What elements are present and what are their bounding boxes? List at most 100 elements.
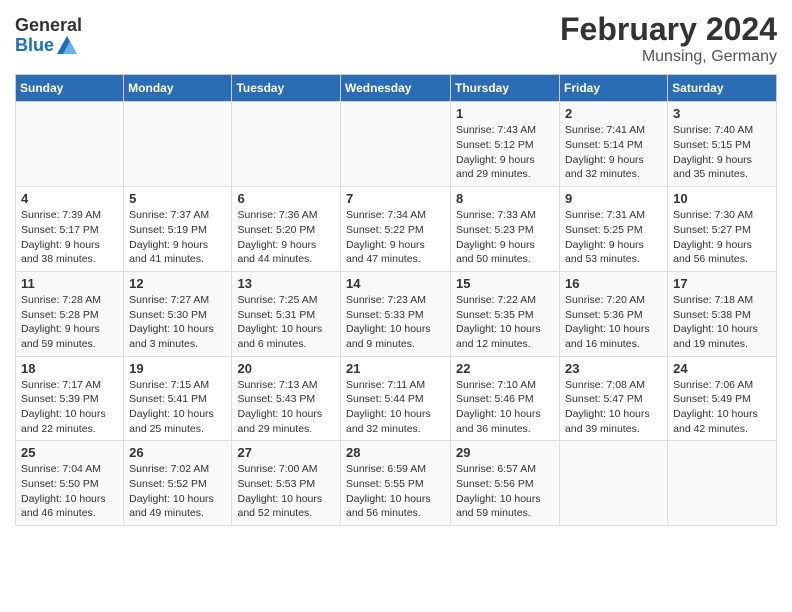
day-number: 3 bbox=[673, 106, 771, 121]
day-info: Sunrise: 7:15 AMSunset: 5:41 PMDaylight:… bbox=[129, 378, 226, 437]
day-info: Sunrise: 7:43 AMSunset: 5:12 PMDaylight:… bbox=[456, 123, 554, 182]
day-info: Sunrise: 7:39 AMSunset: 5:17 PMDaylight:… bbox=[21, 208, 118, 267]
calendar-cell: 14 Sunrise: 7:23 AMSunset: 5:33 PMDayligh… bbox=[341, 271, 451, 356]
logo-general-text: General bbox=[15, 16, 82, 36]
calendar-cell: 29Sunrise: 6:57 AMSunset: 5:56 PMDayligh… bbox=[451, 441, 560, 526]
day-info: Sunrise: 7:20 AMSunset: 5:36 PMDaylight:… bbox=[565, 293, 662, 352]
calendar-cell: 10 Sunrise: 7:30 AMSunset: 5:27 PMDayligh… bbox=[668, 187, 777, 272]
day-info: Sunrise: 7:04 AMSunset: 5:50 PMDaylight:… bbox=[21, 462, 118, 521]
day-info: Sunrise: 7:08 AMSunset: 5:47 PMDaylight:… bbox=[565, 378, 662, 437]
day-info: Sunrise: 7:22 AMSunset: 5:35 PMDaylight:… bbox=[456, 293, 554, 352]
day-info: Sunrise: 7:34 AMSunset: 5:22 PMDaylight:… bbox=[346, 208, 445, 267]
calendar-week-row: 1 Sunrise: 7:43 AMSunset: 5:12 PMDaylight… bbox=[16, 102, 777, 187]
calendar-cell: 1 Sunrise: 7:43 AMSunset: 5:12 PMDaylight… bbox=[451, 102, 560, 187]
day-info: Sunrise: 7:25 AMSunset: 5:31 PMDaylight:… bbox=[237, 293, 335, 352]
calendar-table: SundayMondayTuesdayWednesdayThursdayFrid… bbox=[15, 74, 777, 526]
day-info: Sunrise: 7:17 AMSunset: 5:39 PMDaylight:… bbox=[21, 378, 118, 437]
day-info: Sunrise: 7:18 AMSunset: 5:38 PMDaylight:… bbox=[673, 293, 771, 352]
day-number: 11 bbox=[21, 276, 118, 291]
day-number: 23 bbox=[565, 361, 662, 376]
calendar-cell: 15 Sunrise: 7:22 AMSunset: 5:35 PMDayligh… bbox=[451, 271, 560, 356]
calendar-cell: 16 Sunrise: 7:20 AMSunset: 5:36 PMDayligh… bbox=[560, 271, 668, 356]
calendar-week-row: 11Sunrise: 7:28 AMSunset: 5:28 PMDayligh… bbox=[16, 271, 777, 356]
day-number: 1 bbox=[456, 106, 554, 121]
day-info: Sunrise: 7:41 AMSunset: 5:14 PMDaylight:… bbox=[565, 123, 662, 182]
calendar-cell: 12 Sunrise: 7:27 AMSunset: 5:30 PMDayligh… bbox=[124, 271, 232, 356]
calendar-cell: 19 Sunrise: 7:15 AMSunset: 5:41 PMDayligh… bbox=[124, 356, 232, 441]
day-info: Sunrise: 7:33 AMSunset: 5:23 PMDaylight:… bbox=[456, 208, 554, 267]
calendar-cell: 8 Sunrise: 7:33 AMSunset: 5:23 PMDaylight… bbox=[451, 187, 560, 272]
calendar-cell: 13Sunrise: 7:25 AMSunset: 5:31 PMDayligh… bbox=[232, 271, 341, 356]
header-tuesday: Tuesday bbox=[232, 75, 341, 102]
calendar-header-row: SundayMondayTuesdayWednesdayThursdayFrid… bbox=[16, 75, 777, 102]
calendar-cell bbox=[560, 441, 668, 526]
day-number: 25 bbox=[21, 445, 118, 460]
day-number: 26 bbox=[129, 445, 226, 460]
day-info: Sunrise: 7:27 AMSunset: 5:30 PMDaylight:… bbox=[129, 293, 226, 352]
calendar-cell: 9 Sunrise: 7:31 AMSunset: 5:25 PMDaylight… bbox=[560, 187, 668, 272]
day-number: 28 bbox=[346, 445, 445, 460]
day-number: 24 bbox=[673, 361, 771, 376]
header-monday: Monday bbox=[124, 75, 232, 102]
calendar-cell: 11Sunrise: 7:28 AMSunset: 5:28 PMDayligh… bbox=[16, 271, 124, 356]
day-number: 9 bbox=[565, 191, 662, 206]
day-info: Sunrise: 7:36 AMSunset: 5:20 PMDaylight:… bbox=[237, 208, 335, 267]
day-info: Sunrise: 7:37 AMSunset: 5:19 PMDaylight:… bbox=[129, 208, 226, 267]
day-number: 17 bbox=[673, 276, 771, 291]
calendar-cell: 5 Sunrise: 7:37 AMSunset: 5:19 PMDaylight… bbox=[124, 187, 232, 272]
day-info: Sunrise: 7:40 AMSunset: 5:15 PMDaylight:… bbox=[673, 123, 771, 182]
calendar-cell: 7Sunrise: 7:34 AMSunset: 5:22 PMDaylight… bbox=[341, 187, 451, 272]
calendar-cell: 6 Sunrise: 7:36 AMSunset: 5:20 PMDaylight… bbox=[232, 187, 341, 272]
page-header: General Blue February 2024 Munsing, Germ… bbox=[15, 10, 777, 66]
day-info: Sunrise: 7:31 AMSunset: 5:25 PMDaylight:… bbox=[565, 208, 662, 267]
day-info: Sunrise: 7:13 AMSunset: 5:43 PMDaylight:… bbox=[237, 378, 335, 437]
day-info: Sunrise: 7:06 AMSunset: 5:49 PMDaylight:… bbox=[673, 378, 771, 437]
month-year-title: February 2024 bbox=[560, 10, 777, 48]
day-number: 21 bbox=[346, 361, 445, 376]
day-number: 18 bbox=[21, 361, 118, 376]
day-number: 29 bbox=[456, 445, 554, 460]
day-number: 10 bbox=[673, 191, 771, 206]
calendar-cell: 2 Sunrise: 7:41 AMSunset: 5:14 PMDaylight… bbox=[560, 102, 668, 187]
header-saturday: Saturday bbox=[668, 75, 777, 102]
logo-blue-text: Blue bbox=[15, 36, 54, 56]
day-number: 6 bbox=[237, 191, 335, 206]
calendar-cell: 25 Sunrise: 7:04 AMSunset: 5:50 PMDayligh… bbox=[16, 441, 124, 526]
day-info: Sunrise: 7:11 AMSunset: 5:44 PMDaylight:… bbox=[346, 378, 445, 437]
day-number: 4 bbox=[21, 191, 118, 206]
day-number: 27 bbox=[237, 445, 335, 460]
day-info: Sunrise: 7:30 AMSunset: 5:27 PMDaylight:… bbox=[673, 208, 771, 267]
calendar-week-row: 18 Sunrise: 7:17 AMSunset: 5:39 PMDayligh… bbox=[16, 356, 777, 441]
logo: General Blue bbox=[15, 16, 82, 56]
day-number: 19 bbox=[129, 361, 226, 376]
calendar-cell: 18 Sunrise: 7:17 AMSunset: 5:39 PMDayligh… bbox=[16, 356, 124, 441]
calendar-cell: 24 Sunrise: 7:06 AMSunset: 5:49 PMDayligh… bbox=[668, 356, 777, 441]
calendar-cell: 4 Sunrise: 7:39 AMSunset: 5:17 PMDaylight… bbox=[16, 187, 124, 272]
header-thursday: Thursday bbox=[451, 75, 560, 102]
title-area: February 2024 Munsing, Germany bbox=[560, 10, 777, 66]
day-number: 5 bbox=[129, 191, 226, 206]
day-number: 16 bbox=[565, 276, 662, 291]
header-friday: Friday bbox=[560, 75, 668, 102]
calendar-cell bbox=[16, 102, 124, 187]
day-info: Sunrise: 7:23 AMSunset: 5:33 PMDaylight:… bbox=[346, 293, 445, 352]
day-number: 12 bbox=[129, 276, 226, 291]
day-info: Sunrise: 7:10 AMSunset: 5:46 PMDaylight:… bbox=[456, 378, 554, 437]
calendar-cell: 26Sunrise: 7:02 AMSunset: 5:52 PMDayligh… bbox=[124, 441, 232, 526]
calendar-cell: 21 Sunrise: 7:11 AMSunset: 5:44 PMDayligh… bbox=[341, 356, 451, 441]
calendar-cell: 27 Sunrise: 7:00 AMSunset: 5:53 PMDayligh… bbox=[232, 441, 341, 526]
day-number: 20 bbox=[237, 361, 335, 376]
calendar-cell bbox=[124, 102, 232, 187]
calendar-cell bbox=[341, 102, 451, 187]
logo-triangle-icon bbox=[57, 36, 77, 54]
calendar-cell bbox=[668, 441, 777, 526]
day-number: 2 bbox=[565, 106, 662, 121]
calendar-cell bbox=[232, 102, 341, 187]
day-number: 14 bbox=[346, 276, 445, 291]
calendar-cell: 28Sunrise: 6:59 AMSunset: 5:55 PMDayligh… bbox=[341, 441, 451, 526]
day-number: 15 bbox=[456, 276, 554, 291]
day-info: Sunrise: 7:00 AMSunset: 5:53 PMDaylight:… bbox=[237, 462, 335, 521]
day-number: 8 bbox=[456, 191, 554, 206]
calendar-cell: 3 Sunrise: 7:40 AMSunset: 5:15 PMDaylight… bbox=[668, 102, 777, 187]
header-wednesday: Wednesday bbox=[341, 75, 451, 102]
